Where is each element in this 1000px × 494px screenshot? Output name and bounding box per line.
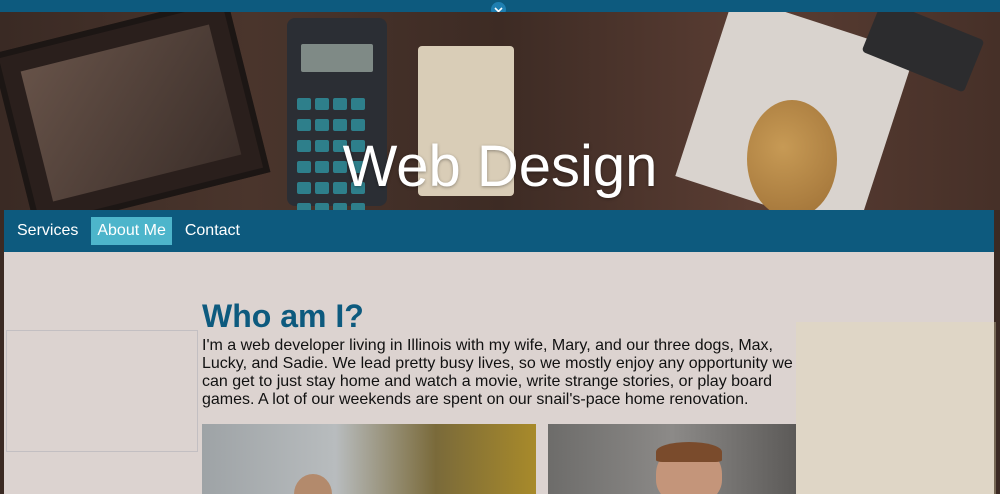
main-nav: Services About Me Contact [4, 210, 994, 252]
nav-item-about-me[interactable]: About Me [91, 217, 172, 245]
nav-item-contact[interactable]: Contact [179, 217, 246, 245]
background-sketch [796, 322, 996, 494]
profile-photo-indoor [548, 424, 796, 494]
page-title: Web Design [342, 134, 658, 199]
section-heading: Who am I? [202, 298, 364, 334]
bio-paragraph: I'm a web developer living in Illinois w… [202, 337, 793, 408]
profile-photo-outdoor [202, 424, 536, 494]
background-outline [6, 330, 198, 452]
nav-item-services[interactable]: Services [11, 217, 84, 245]
